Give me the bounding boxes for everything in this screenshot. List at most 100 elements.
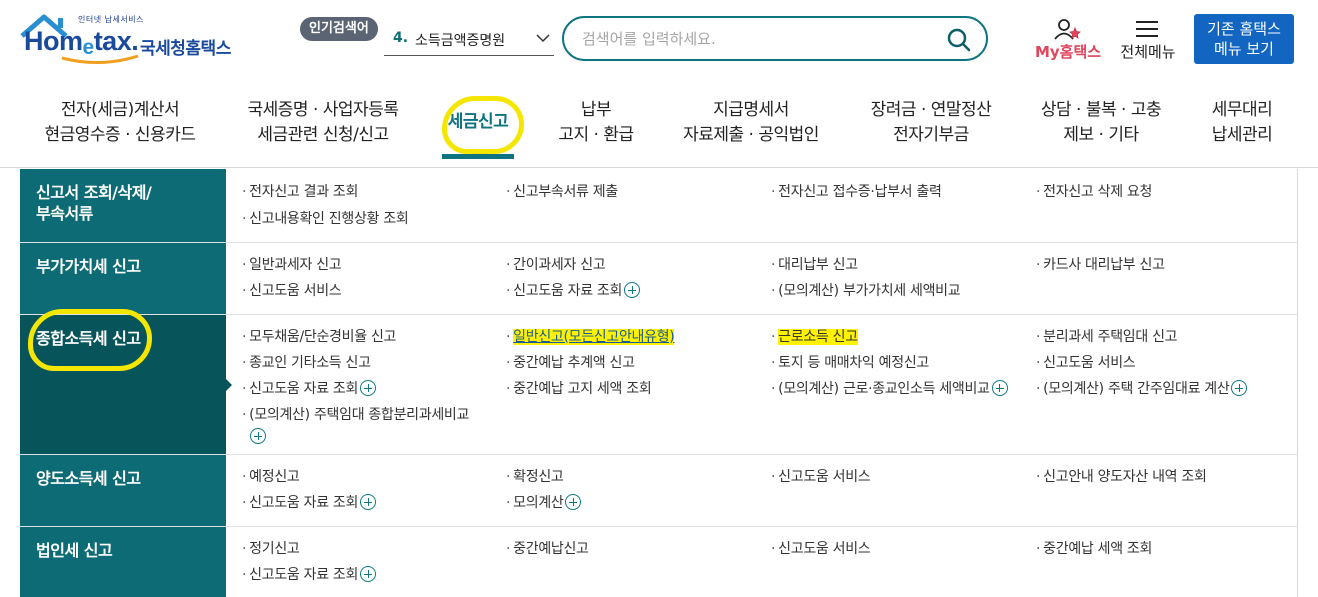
menu-link[interactable]: · 신고부속서류 제출 bbox=[506, 182, 618, 202]
nav-item-payment-statement[interactable]: 지급명세서 자료제출 · 공익법인 bbox=[676, 98, 826, 148]
menu-link[interactable]: · 전자신고 결과 조회 bbox=[242, 182, 358, 202]
menu-link[interactable]: · 신고안내 양도자산 내역 조회 bbox=[1036, 467, 1207, 487]
menu-link[interactable]: · 분리과세 주택임대 신고 bbox=[1036, 327, 1178, 347]
nav-label: 국세증명 · 사업자등록 bbox=[247, 100, 399, 120]
menu-row: 양도소득세 신고 · 예정신고 · 확정신고 · 신고도움 서비스 · 신고안내 양도자… bbox=[20, 455, 1298, 527]
nav-item-payment[interactable]: 납부 고지 · 환급 bbox=[548, 98, 644, 148]
nav-label: 자료제출 · 공익법인 bbox=[683, 125, 819, 145]
legacy-hometax-menu-button[interactable]: 기존 홈택스 메뉴 보기 bbox=[1194, 14, 1294, 64]
menu-link[interactable]: · 중간예납 추계액 신고 bbox=[506, 353, 635, 373]
menu-link[interactable]: · 정기신고 bbox=[242, 539, 300, 559]
plus-circle-icon[interactable] bbox=[360, 380, 377, 396]
logo-korean-name: 국세청홈택스 bbox=[140, 39, 231, 59]
category-capital-gains-tax[interactable]: 양도소득세 신고 bbox=[20, 455, 226, 526]
search-box bbox=[562, 16, 988, 61]
menu-link-earned-income-filing[interactable]: · 근로소득 신고 bbox=[771, 327, 858, 347]
my-hometax-label: My홈택스 bbox=[1034, 43, 1102, 61]
category-links: · 전자신고 결과 조회 · 신고부속서류 제출 · 전자신고 접수증·납부서 출력 … bbox=[226, 169, 1298, 242]
search-input[interactable] bbox=[582, 27, 932, 51]
active-tab-indicator bbox=[442, 154, 514, 159]
category-corporate-tax[interactable]: 법인세 신고 bbox=[20, 527, 226, 597]
menu-link[interactable]: · (모의계산) 부가가치세 세액비교 bbox=[771, 281, 961, 301]
menu-link[interactable]: · 카드사 대리납부 신고 bbox=[1036, 255, 1165, 275]
hamburger-icon bbox=[1136, 21, 1158, 37]
top-navigation: 전자(세금)계산서 현금영수증 · 신용카드 국세증명 · 사업자등록 세금관련… bbox=[0, 82, 1318, 168]
nav-label: 납부 bbox=[580, 100, 612, 120]
nav-label: 지급명세서 bbox=[713, 100, 789, 120]
category-label: 부가가치세 신고 bbox=[36, 257, 141, 276]
menu-link[interactable]: · (모의계산) 근로·종교인소득 세액비교 bbox=[771, 379, 1008, 399]
category-vat[interactable]: 부가가치세 신고 bbox=[20, 243, 226, 314]
menu-link[interactable]: · 신고도움 자료 조회 bbox=[242, 565, 377, 585]
all-menu-button[interactable]: 전체메뉴 bbox=[1116, 18, 1180, 64]
legacy-line1: 기존 홈택스 bbox=[1207, 20, 1281, 38]
my-hometax-button[interactable]: My홈택스 bbox=[1032, 18, 1104, 64]
menu-link[interactable]: · 종교인 기타소득 신고 bbox=[242, 353, 371, 373]
menu-link[interactable]: · 신고내용확인 진행상황 조회 bbox=[242, 209, 409, 229]
nav-item-tax-agent[interactable]: 세무대리 납세관리 bbox=[1200, 98, 1284, 148]
plus-circle-icon[interactable] bbox=[1231, 380, 1248, 396]
nav-label: 상담 · 불복 · 고충 bbox=[1040, 100, 1162, 120]
category-label: 양도소득세 신고 bbox=[36, 469, 141, 488]
hometax-logo[interactable]: 인터넷 납세서비스 Hometax. 국세청홈택스 bbox=[20, 14, 235, 66]
plus-circle-icon[interactable] bbox=[565, 494, 582, 510]
nav-label: 제보 · 기타 bbox=[1063, 125, 1139, 145]
menu-link[interactable]: · 신고도움 서비스 bbox=[771, 467, 871, 487]
menu-link[interactable]: · 신고도움 자료 조회 bbox=[506, 281, 641, 301]
menu-link[interactable]: · 전자신고 접수증·납부서 출력 bbox=[771, 182, 942, 202]
menu-link[interactable]: · 전자신고 삭제 요청 bbox=[1036, 182, 1152, 202]
menu-link-general-filing[interactable]: · 일반신고(모든신고안내유형) bbox=[506, 327, 675, 347]
category-label: 종합소득세 신고 bbox=[36, 329, 141, 348]
popular-search-badge: 인기검색어 bbox=[300, 17, 378, 41]
menu-link[interactable]: · 신고도움 서비스 bbox=[242, 281, 342, 301]
plus-circle-icon[interactable] bbox=[991, 380, 1008, 396]
menu-link[interactable]: · (모의계산) 주택임대 종합분리과세비교 bbox=[242, 405, 469, 425]
category-label: 부속서류 bbox=[36, 204, 93, 223]
menu-link[interactable]: · 확정신고 bbox=[506, 467, 564, 487]
popular-term: 소득금액증명원 bbox=[415, 33, 506, 49]
category-global-income-tax[interactable]: 종합소득세 신고 bbox=[20, 315, 226, 454]
plus-circle-icon[interactable] bbox=[360, 494, 377, 510]
plus-circle-icon[interactable] bbox=[360, 566, 377, 582]
nav-item-year-end-settlement[interactable]: 장려금 · 연말정산 전자기부금 bbox=[860, 98, 1002, 148]
menu-link[interactable]: · 간이과세자 신고 bbox=[506, 255, 606, 275]
menu-link[interactable]: · (모의계산) 주택 간주임대료 계산 bbox=[1036, 379, 1248, 399]
logo-wordmark: Hometax. bbox=[24, 26, 139, 59]
menu-link[interactable]: · 대리납부 신고 bbox=[771, 255, 858, 275]
popular-search-dropdown[interactable]: 4. 소득금액증명원 bbox=[384, 26, 554, 56]
menu-row: 법인세 신고 · 정기신고 · 중간예납신고 · 신고도움 서비스 · 중간예납 세액 … bbox=[20, 527, 1298, 597]
nav-item-tax-filing[interactable]: 세금신고 bbox=[440, 110, 516, 135]
menu-link[interactable]: · 일반과세자 신고 bbox=[242, 255, 342, 275]
menu-link[interactable]: · 신고도움 서비스 bbox=[1036, 353, 1136, 373]
menu-link[interactable]: · 신고도움 자료 조회 bbox=[242, 379, 377, 399]
menu-link-expand[interactable] bbox=[248, 427, 266, 447]
menu-link[interactable]: · 토지 등 매매차익 예정신고 bbox=[771, 353, 929, 373]
nav-item-e-invoice[interactable]: 전자(세금)계산서 현금영수증 · 신용카드 bbox=[40, 98, 200, 148]
nav-label: 장려금 · 연말정산 bbox=[870, 100, 992, 120]
menu-link[interactable]: · 신고도움 자료 조회 bbox=[242, 493, 377, 513]
category-return-lookup[interactable]: 신고서 조회/삭제/ 부속서류 bbox=[20, 169, 226, 242]
menu-row: 신고서 조회/삭제/ 부속서류 · 전자신고 결과 조회 · 신고부속서류 제출 ·… bbox=[20, 169, 1298, 243]
legacy-line2: 메뉴 보기 bbox=[1214, 40, 1274, 58]
plus-circle-icon[interactable] bbox=[624, 282, 641, 298]
nav-label: 세금신고 bbox=[447, 112, 509, 132]
menu-link[interactable]: · 중간예납신고 bbox=[506, 539, 589, 559]
popular-rank: 4. bbox=[393, 30, 409, 46]
menu-link[interactable]: · 중간예납 세액 조회 bbox=[1036, 539, 1152, 559]
menu-link[interactable]: · 신고도움 서비스 bbox=[771, 539, 871, 559]
menu-link[interactable]: · 중간예납 고지 세액 조회 bbox=[506, 379, 652, 399]
category-label: 법인세 신고 bbox=[36, 541, 113, 560]
nav-item-certificates[interactable]: 국세증명 · 사업자등록 세금관련 신청/신고 bbox=[238, 98, 408, 148]
menu-link[interactable]: · 모의계산 bbox=[506, 493, 582, 513]
nav-label: 고지 · 환급 bbox=[558, 125, 634, 145]
menu-link[interactable]: · 예정신고 bbox=[242, 467, 300, 487]
search-icon[interactable] bbox=[946, 27, 972, 53]
plus-circle-icon[interactable] bbox=[250, 428, 266, 444]
menu-link[interactable]: · 모두채움/단순경비율 신고 bbox=[242, 327, 396, 347]
nav-label: 현금영수증 · 신용카드 bbox=[44, 125, 196, 145]
nav-item-consultation[interactable]: 상담 · 불복 · 고충 제보 · 기타 bbox=[1030, 98, 1172, 148]
menu-row: 종합소득세 신고 · 모두채움/단순경비율 신고 · 일반신고(모든신고안내유형) … bbox=[20, 315, 1298, 455]
category-links: · 모두채움/단순경비율 신고 · 일반신고(모든신고안내유형) · 근로소득 신고 … bbox=[226, 315, 1298, 454]
nav-label: 세금관련 신청/신고 bbox=[257, 125, 389, 145]
mega-menu: 신고서 조회/삭제/ 부속서류 · 전자신고 결과 조회 · 신고부속서류 제출 ·… bbox=[20, 169, 1298, 597]
